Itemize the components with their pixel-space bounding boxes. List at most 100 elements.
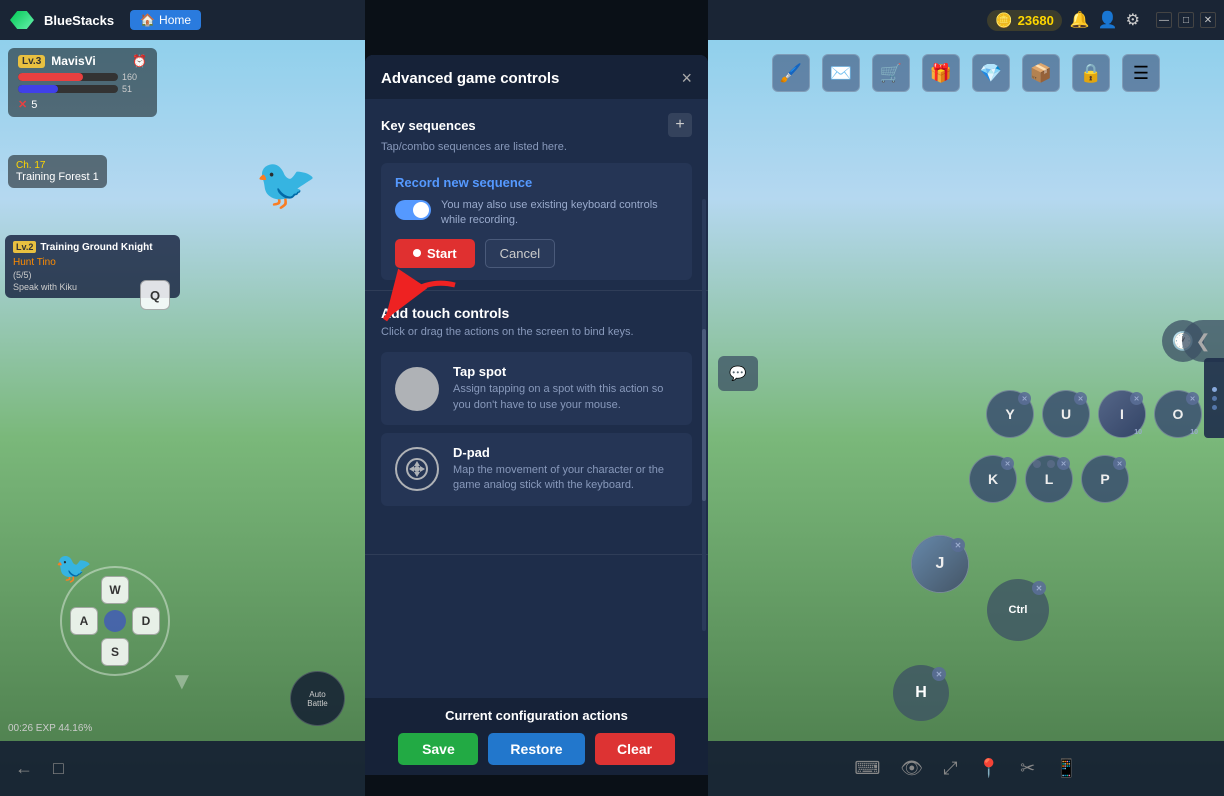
toolbar-cart-button[interactable]: 🛒: [872, 54, 910, 92]
dpad-icon: [395, 447, 439, 491]
record-sequence-title[interactable]: Record new sequence: [395, 175, 678, 190]
record-action-buttons: Start Cancel: [395, 239, 678, 268]
xp-icon: ✕: [18, 98, 27, 111]
bluestacks-logo: [8, 10, 36, 30]
tap-spot-title: Tap spot: [453, 364, 678, 379]
start-recording-button[interactable]: Start: [395, 239, 475, 268]
ctrl-key-button[interactable]: Ctrl ✕: [987, 579, 1049, 641]
save-button[interactable]: Save: [398, 733, 478, 765]
dpad-card[interactable]: D-pad Map the movement of your character…: [381, 433, 692, 506]
scrollbar-thumb[interactable]: [702, 329, 706, 502]
k-key-x[interactable]: ✕: [1001, 457, 1014, 470]
p-key-x[interactable]: ✕: [1113, 457, 1126, 470]
toolbar-chest-button[interactable]: 📦: [1022, 54, 1060, 92]
back-nav-icon[interactable]: ←: [15, 758, 33, 779]
chat-button[interactable]: 💬: [718, 356, 758, 391]
toolbar-gem-button[interactable]: 💎: [972, 54, 1010, 92]
h-key-x[interactable]: ✕: [932, 667, 946, 681]
keyboard-icon[interactable]: ⌨: [854, 758, 880, 779]
record-sequence-box: Record new sequence You may also use exi…: [381, 163, 692, 280]
xp-value: 5: [31, 99, 37, 111]
ctrl-key-x[interactable]: ✕: [1032, 581, 1046, 595]
key-sequences-title: Key sequences: [381, 118, 476, 133]
close-window-button[interactable]: ✕: [1200, 12, 1216, 28]
fullscreen-icon[interactable]: ⤢: [943, 758, 957, 779]
u-key-button[interactable]: U ✕: [1042, 390, 1090, 438]
top-bar-left: BlueStacks 🏠 Home: [0, 0, 365, 40]
modal-close-button[interactable]: ×: [681, 69, 692, 87]
home-nav-icon[interactable]: □: [53, 758, 64, 779]
scrollbar-track: [702, 199, 706, 631]
settings-icon[interactable]: ⚙: [1126, 10, 1140, 30]
bell-icon[interactable]: 🔔: [1070, 12, 1090, 29]
modal-overlay: Advanced game controls × Key sequences +…: [365, 0, 708, 796]
d-key-button[interactable]: D: [132, 607, 160, 635]
l-key-button[interactable]: L ✕: [1025, 455, 1073, 503]
quest-progress: (5/5): [13, 270, 32, 280]
modal-footer: Current configuration actions Save Resto…: [365, 698, 708, 775]
location-icon[interactable]: 📍: [978, 758, 1000, 779]
scissors-icon[interactable]: ✂: [1020, 758, 1035, 779]
hp-fill: [18, 73, 83, 81]
a-key-button[interactable]: A: [70, 607, 98, 635]
coin-icon: 🪙: [995, 12, 1012, 29]
bird-character-main: 🐦: [255, 155, 317, 214]
s-key-button[interactable]: S: [101, 638, 129, 666]
hp-value: 160: [122, 72, 147, 82]
j-key-x[interactable]: ✕: [951, 538, 965, 552]
home-label: Home: [159, 13, 191, 27]
start-label: Start: [427, 246, 457, 261]
toolbar-brush-button[interactable]: 🖌️: [772, 54, 810, 92]
k-key-button[interactable]: K ✕: [969, 455, 1017, 503]
dpad-text: D-pad Map the movement of your character…: [453, 445, 678, 494]
quest-sub: Hunt Tino: [13, 257, 172, 268]
profile-icon[interactable]: 👤: [1098, 10, 1118, 30]
toolbar-lock-button[interactable]: 🔒: [1072, 54, 1110, 92]
h-key-button[interactable]: H ✕: [893, 665, 949, 721]
tap-spot-text: Tap spot Assign tapping on a spot with t…: [453, 364, 678, 413]
record-toggle[interactable]: [395, 200, 431, 220]
window-controls: — □ ✕: [1156, 12, 1216, 28]
maximize-button[interactable]: □: [1178, 12, 1194, 28]
tap-spot-card[interactable]: Tap spot Assign tapping on a spot with t…: [381, 352, 692, 425]
touch-controls-section: Add touch controls Click or drag the act…: [365, 291, 708, 555]
cancel-recording-button[interactable]: Cancel: [485, 239, 555, 268]
map-info: Ch. 17 Training Forest 1: [8, 155, 107, 188]
clear-button[interactable]: Clear: [595, 733, 675, 765]
advanced-controls-modal: Advanced game controls × Key sequences +…: [365, 55, 708, 775]
mobile-icon[interactable]: 📱: [1055, 758, 1077, 779]
auto-battle-button[interactable]: AutoBattle: [290, 671, 345, 726]
j-key-button[interactable]: J ✕: [911, 535, 969, 593]
touch-controls-desc: Click or drag the actions on the screen …: [381, 325, 692, 340]
restore-button[interactable]: Restore: [488, 733, 584, 765]
modal-body[interactable]: Key sequences + Tap/combo sequences are …: [365, 99, 708, 698]
toolbar-gift-button[interactable]: 🎁: [922, 54, 960, 92]
o-key-button[interactable]: O ✕ 10: [1154, 390, 1202, 438]
eye-icon[interactable]: 👁: [900, 758, 923, 779]
left-game-panel: BlueStacks 🏠 Home Lv.3 MavisVi ⏰ 160 51 …: [0, 0, 365, 796]
scroll-indicator[interactable]: [1204, 358, 1224, 438]
i-key-x[interactable]: ✕: [1130, 392, 1143, 405]
toggle-row: You may also use existing keyboard contr…: [395, 198, 678, 229]
toolbar-mail-button[interactable]: ✉️: [822, 54, 860, 92]
o-key-x[interactable]: ✕: [1186, 392, 1199, 405]
i-key-button[interactable]: I ✕ 10: [1098, 390, 1146, 438]
q-key-button[interactable]: Q: [140, 280, 170, 310]
l-key-x[interactable]: ✕: [1057, 457, 1070, 470]
scroll-dot-1: [1212, 387, 1217, 392]
w-key-button[interactable]: W: [101, 576, 129, 604]
add-sequence-button[interactable]: +: [668, 113, 692, 137]
mp-value: 51: [122, 84, 147, 94]
quest-title: Training Ground Knight: [40, 242, 152, 253]
modal-title: Advanced game controls: [381, 70, 559, 87]
y-key-x[interactable]: ✕: [1018, 392, 1031, 405]
home-button[interactable]: 🏠 Home: [130, 10, 201, 30]
back-button[interactable]: ❮: [1182, 320, 1224, 362]
toolbar-menu-button[interactable]: ☰: [1122, 54, 1160, 92]
u-key-x[interactable]: ✕: [1074, 392, 1087, 405]
minimize-button[interactable]: —: [1156, 12, 1172, 28]
y-key-button[interactable]: Y ✕: [986, 390, 1034, 438]
p-key-button[interactable]: P ✕: [1081, 455, 1129, 503]
wasd-control: W A S D: [60, 566, 170, 676]
mp-fill: [18, 85, 58, 93]
